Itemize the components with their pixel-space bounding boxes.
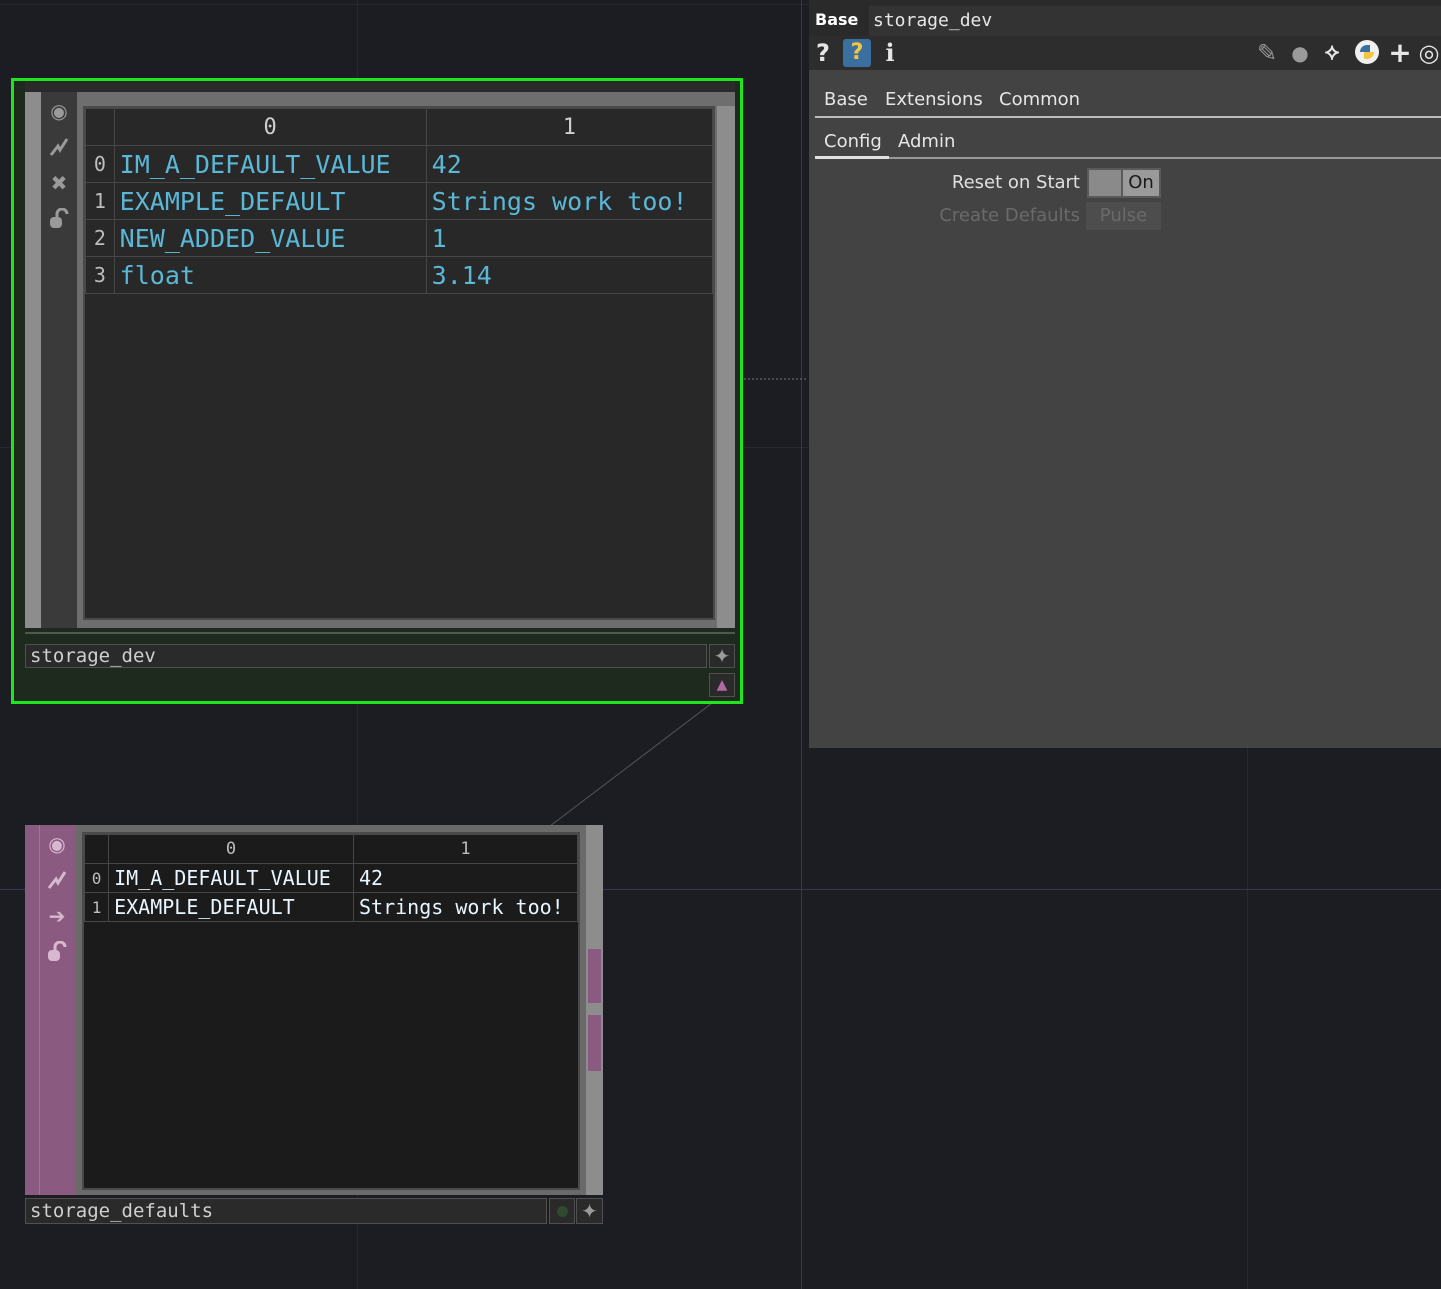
table-row: 0 IM_A_DEFAULT_VALUE 42	[83, 863, 578, 893]
reset-on-start-toggle[interactable]: On	[1087, 168, 1161, 198]
output-connector[interactable]	[588, 1015, 601, 1071]
plus-icon[interactable]: ✦	[576, 1198, 603, 1224]
lock-icon[interactable]	[41, 936, 73, 968]
panel-toolbar: ? ? i ✎ ● ⟡ + ◎	[809, 36, 1441, 70]
tab-admin[interactable]: Admin	[898, 131, 955, 152]
storage-defaults-node[interactable]: ◉ ➔ 0 1 0 IM_A_DEFAULT_VALUE 42 1 EXAMPL…	[25, 825, 603, 1225]
create-defaults-pulse-button[interactable]: Pulse	[1086, 202, 1161, 230]
tab-config[interactable]: Config	[824, 131, 882, 152]
row-index: 3	[85, 256, 115, 294]
toggle-value: On	[1123, 170, 1159, 196]
table-row: 3 float 3.14	[85, 256, 714, 294]
input-strip	[25, 92, 41, 628]
column-header: 0	[113, 108, 427, 146]
op-type-label: Base	[815, 10, 859, 29]
node-viewer: ◉ ✖ 0 1 0 IM_A_DEFAULT_VALUE 42 1 EXAMPL…	[25, 92, 735, 628]
table-cell: IM_A_DEFAULT_VALUE	[108, 863, 354, 893]
cook-icon[interactable]	[41, 864, 73, 896]
parameter-panel: Base storage_dev ? ? i ✎ ● ⟡ + ◎ Base Ex…	[809, 0, 1441, 748]
tab-extensions[interactable]: Extensions	[885, 89, 983, 110]
row-index: 0	[83, 863, 110, 893]
table-row: 1 EXAMPLE_DEFAULT Strings work too!	[85, 182, 714, 220]
tab-base[interactable]: Base	[824, 89, 868, 110]
row-index: 2	[85, 219, 115, 257]
table-cell: 1	[425, 219, 714, 257]
table-cell: 42	[353, 863, 578, 893]
table-cell: NEW_ADDED_VALUE	[113, 219, 427, 257]
cook-icon[interactable]	[43, 131, 75, 163]
table-viewer: 0 1 0 IM_A_DEFAULT_VALUE 42 1 EXAMPLE_DE…	[83, 106, 715, 620]
add-icon[interactable]: +	[1387, 39, 1413, 67]
table-row: 0 IM_A_DEFAULT_VALUE 42	[85, 145, 714, 183]
tab-common[interactable]: Common	[999, 89, 1080, 110]
table-cell: Strings work too!	[425, 182, 714, 220]
clone-icon[interactable]: ⟡	[1319, 39, 1345, 67]
output-strip	[717, 106, 735, 628]
table-cell: EXAMPLE_DEFAULT	[113, 182, 427, 220]
toggle-knob	[1089, 170, 1121, 196]
table-cell: IM_A_DEFAULT_VALUE	[113, 145, 427, 183]
table-cell: 42	[425, 145, 714, 183]
python-icon[interactable]	[1353, 39, 1381, 67]
comment-icon[interactable]: ●	[1287, 39, 1313, 67]
node-top-bar	[25, 81, 735, 92]
status-dot-icon[interactable]	[549, 1198, 575, 1224]
row-index: 1	[85, 182, 115, 220]
table-header-row: 0 1	[83, 834, 578, 864]
output-arrow-icon[interactable]: ▲	[709, 673, 735, 697]
column-header: 0	[108, 834, 354, 864]
table-cell: EXAMPLE_DEFAULT	[108, 892, 354, 922]
column-header: 1	[425, 108, 714, 146]
edit-icon[interactable]: ✎	[1255, 39, 1279, 67]
table-row: 2 NEW_ADDED_VALUE 1	[85, 219, 714, 257]
create-defaults-label: Create Defaults	[939, 205, 1080, 226]
reset-on-start-label: Reset on Start	[951, 172, 1080, 193]
arrow-right-icon[interactable]: ➔	[41, 900, 73, 932]
table-row: 1 EXAMPLE_DEFAULT Strings work too!	[83, 892, 578, 922]
target-icon[interactable]: ◎	[1417, 39, 1441, 67]
lock-icon[interactable]	[43, 203, 75, 235]
column-header: 1	[353, 834, 578, 864]
op-name-field[interactable]: storage_dev	[869, 6, 1441, 36]
row-index: 1	[83, 892, 110, 922]
input-strip	[25, 825, 39, 1195]
info-icon[interactable]: i	[883, 39, 897, 67]
storage-dev-node[interactable]: ◉ ✖ 0 1 0 IM_A_DEFAULT_VALUE 42 1 EXAMPL…	[11, 78, 743, 704]
active-tab-indicator	[815, 156, 889, 159]
bypass-icon[interactable]: ✖	[43, 167, 75, 199]
node-name-label[interactable]: storage_defaults	[25, 1198, 547, 1224]
tab-underline	[815, 157, 1441, 159]
help-icon[interactable]: ?	[815, 39, 831, 67]
table-cell: Strings work too!	[353, 892, 578, 922]
divider	[25, 632, 735, 634]
table-viewer: 0 1 0 IM_A_DEFAULT_VALUE 42 1 EXAMPLE_DE…	[82, 832, 580, 1190]
tab-underline	[815, 116, 1441, 118]
table-header-row: 0 1	[85, 108, 714, 146]
table-corner	[85, 108, 115, 146]
python-help-icon[interactable]: ?	[843, 39, 871, 67]
node-sidebar: ◉ ➔	[39, 825, 77, 1195]
output-connector[interactable]	[588, 949, 601, 1003]
table-cell: float	[113, 256, 427, 294]
viewer-icon[interactable]: ◉	[41, 828, 73, 860]
viewer-icon[interactable]: ◉	[43, 95, 75, 127]
data-table: 0 1 0 IM_A_DEFAULT_VALUE 42 1 EXAMPLE_DE…	[83, 834, 578, 922]
data-table: 0 1 0 IM_A_DEFAULT_VALUE 42 1 EXAMPLE_DE…	[85, 108, 714, 294]
output-strip	[586, 825, 603, 1195]
node-name-label[interactable]: storage_dev	[25, 644, 707, 668]
panel-header: Base storage_dev	[809, 0, 1441, 36]
table-corner	[83, 834, 110, 864]
table-cell: 3.14	[425, 256, 714, 294]
node-sidebar: ◉ ✖	[41, 92, 77, 628]
row-index: 0	[85, 145, 115, 183]
plus-icon[interactable]: ✦	[709, 644, 735, 668]
